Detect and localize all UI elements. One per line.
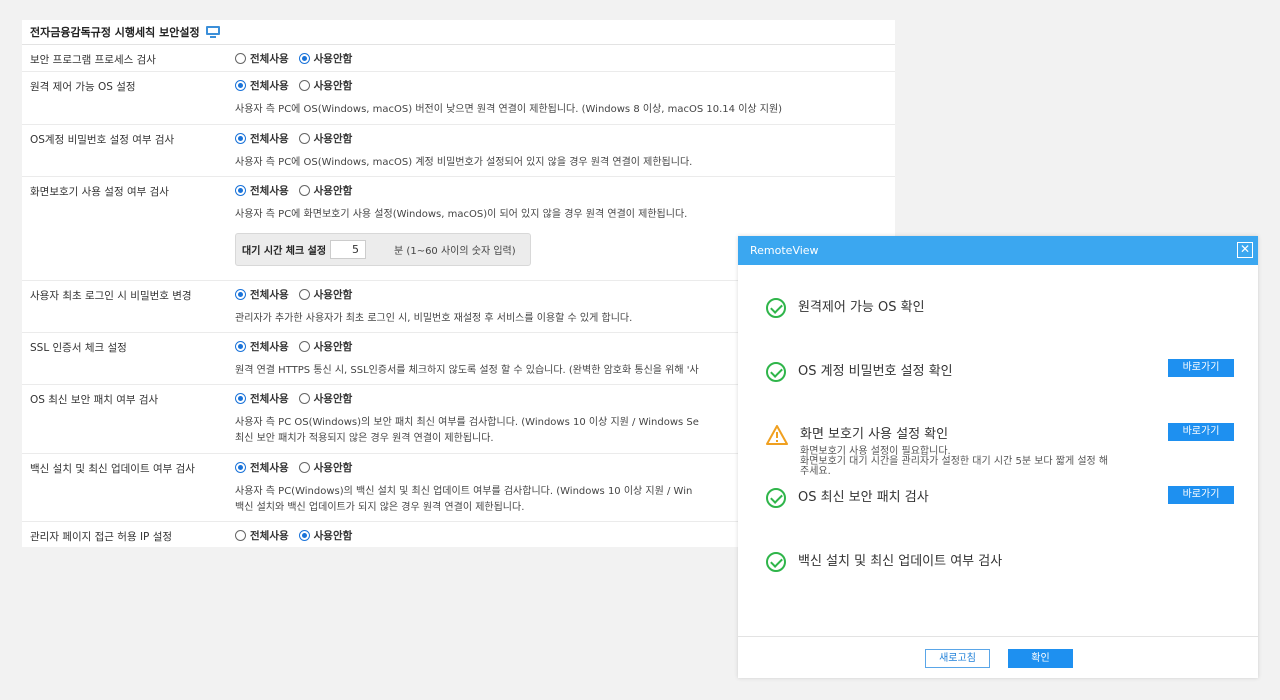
check-item-screensaver: 화면 보호기 사용 설정 확인 화면보호기 사용 설정이 필요합니다. 화면보호… <box>766 425 1108 477</box>
wait-time-box: 대기 시간 체크 설정 5 분 (1~60 사이의 숫자 입력) <box>235 233 531 266</box>
setting-label: 화면보호기 사용 설정 여부 검사 <box>30 186 169 198</box>
radio-not-use[interactable]: 사용안함 <box>298 183 352 198</box>
radio-not-use[interactable]: 사용안함 <box>298 51 352 66</box>
setting-row-os-password: OS계정 비밀번호 설정 여부 검사 전체사용 사용안함 사용자 측 PC에 O… <box>22 125 895 177</box>
setting-label: 사용자 최초 로그인 시 비밀번호 변경 <box>30 290 192 302</box>
radio-all-use[interactable]: 전체사용 <box>235 391 289 406</box>
setting-row-os-version: 원격 제어 가능 OS 설정 전체사용 사용안함 사용자 측 PC에 OS(Wi… <box>22 72 895 125</box>
setting-label: 관리자 페이지 접근 허용 IP 설정 <box>30 531 173 543</box>
radio-all-use[interactable]: 전체사용 <box>235 51 289 66</box>
radio-all-use[interactable]: 전체사용 <box>235 131 289 146</box>
radio-not-use[interactable]: 사용안함 <box>298 339 352 354</box>
remoteview-dialog: RemoteView ✕ 원격제어 가능 OS 확인 OS 계정 비밀번호 설정… <box>738 236 1258 678</box>
warning-icon <box>766 425 788 445</box>
goto-button-os-password[interactable]: 바로가기 <box>1168 359 1234 377</box>
setting-label: 백신 설치 및 최신 업데이트 여부 검사 <box>30 463 195 475</box>
setting-label: 원격 제어 가능 OS 설정 <box>30 81 136 93</box>
panel-title: 전자금융감독규정 시행세칙 보안설정 <box>30 26 200 39</box>
setting-label: OS계정 비밀번호 설정 여부 검사 <box>30 134 175 146</box>
dialog-title: RemoteView <box>750 244 819 257</box>
setting-label: OS 최신 보안 패치 여부 검사 <box>30 394 159 406</box>
ok-button[interactable]: 확인 <box>1008 649 1073 668</box>
monitor-icon[interactable] <box>205 26 220 38</box>
check-item-os: 원격제어 가능 OS 확인 <box>766 298 925 318</box>
setting-row-process-check: 보안 프로그램 프로세스 검사 전체사용 사용안함 <box>22 45 895 72</box>
check-item-label: OS 계정 비밀번호 설정 확인 <box>798 364 953 379</box>
check-circle-icon <box>766 552 786 572</box>
refresh-button[interactable]: 새로고침 <box>925 649 990 668</box>
radio-all-use[interactable]: 전체사용 <box>235 339 289 354</box>
check-item-security-patch: OS 최신 보안 패치 검사 <box>766 488 929 508</box>
setting-description: 사용자 측 PC에 화면보호기 사용 설정(Windows, macOS)이 되… <box>235 209 688 220</box>
goto-button-security-patch[interactable]: 바로가기 <box>1168 486 1234 504</box>
check-item-label: 백신 설치 및 최신 업데이트 여부 검사 <box>798 554 1003 569</box>
radio-not-use[interactable]: 사용안함 <box>298 78 352 93</box>
radio-not-use[interactable]: 사용안함 <box>298 460 352 475</box>
radio-all-use[interactable]: 전체사용 <box>235 183 289 198</box>
dialog-title-bar: RemoteView ✕ <box>738 236 1258 265</box>
radio-not-use[interactable]: 사용안함 <box>298 528 352 543</box>
wait-time-label: 대기 시간 체크 설정 <box>242 246 327 257</box>
radio-all-use[interactable]: 전체사용 <box>235 528 289 543</box>
radio-not-use[interactable]: 사용안함 <box>298 391 352 406</box>
check-item-label: 화면 보호기 사용 설정 확인 <box>800 427 949 442</box>
setting-label: 보안 프로그램 프로세스 검사 <box>30 54 156 66</box>
radio-all-use[interactable]: 전체사용 <box>235 78 289 93</box>
setting-label: SSL 인증서 체크 설정 <box>30 342 127 354</box>
radio-not-use[interactable]: 사용안함 <box>298 131 352 146</box>
check-item-label: OS 최신 보안 패치 검사 <box>798 490 929 505</box>
wait-time-input[interactable]: 5 <box>330 240 367 259</box>
check-item-message: 화면보호기 사용 설정이 필요합니다. 화면보호기 대기 시간을 관리자가 설정… <box>800 446 1109 477</box>
check-item-label: 원격제어 가능 OS 확인 <box>798 300 925 315</box>
panel-header: 전자금융감독규정 시행세칙 보안설정 <box>22 20 895 45</box>
dialog-footer: 새로고침 확인 <box>738 636 1258 678</box>
check-item-os-password: OS 계정 비밀번호 설정 확인 <box>766 362 953 382</box>
wait-time-unit: 분 (1~60 사이의 숫자 입력) <box>394 246 516 257</box>
goto-button-screensaver[interactable]: 바로가기 <box>1168 423 1234 441</box>
close-icon[interactable]: ✕ <box>1237 242 1253 258</box>
check-circle-icon <box>766 488 786 508</box>
setting-description: 사용자 측 PC에 OS(Windows, macOS) 버전이 낮으면 원격 … <box>235 104 783 115</box>
check-item-antivirus: 백신 설치 및 최신 업데이트 여부 검사 <box>766 552 1002 572</box>
check-circle-icon <box>766 298 786 318</box>
radio-not-use[interactable]: 사용안함 <box>298 287 352 302</box>
radio-all-use[interactable]: 전체사용 <box>235 287 289 302</box>
check-circle-icon <box>766 362 786 382</box>
setting-description: 사용자 측 PC에 OS(Windows, macOS) 계정 비밀번호가 설정… <box>235 157 693 168</box>
radio-all-use[interactable]: 전체사용 <box>235 460 289 475</box>
